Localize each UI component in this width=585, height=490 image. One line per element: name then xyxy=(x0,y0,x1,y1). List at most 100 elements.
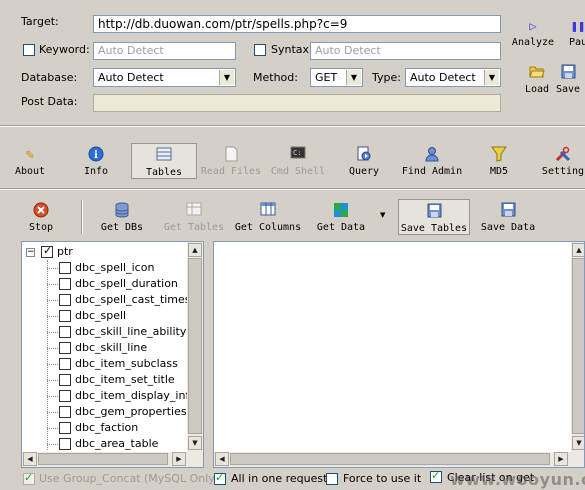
tree-item[interactable]: dbc_spell_cast_times xyxy=(22,292,191,308)
results-vertical-scrollbar[interactable]: ▲ ▼ xyxy=(571,242,584,452)
table-checkbox[interactable] xyxy=(59,342,71,354)
method-select[interactable]: GET ▼ xyxy=(310,68,363,87)
tree-item[interactable]: dbc_faction xyxy=(22,420,182,436)
tables-button[interactable]: Tables xyxy=(131,143,197,179)
tree-item[interactable]: dbc_spell_duration xyxy=(22,276,182,292)
data-grid-icon xyxy=(332,202,350,220)
analyze-button[interactable]: ▷ Analyze xyxy=(510,17,556,48)
table-checkbox[interactable] xyxy=(59,374,71,386)
info-button[interactable]: i Info xyxy=(72,146,120,177)
all-in-one-checkbox[interactable] xyxy=(214,471,226,485)
about-button[interactable]: ✎ About xyxy=(8,146,52,177)
pause-button[interactable]: ❚❚ Pau xyxy=(563,17,585,48)
read-files-label: Read Files xyxy=(200,166,262,177)
load-button[interactable]: Load xyxy=(522,64,552,95)
settings-button[interactable]: Setting xyxy=(538,146,585,177)
floppy-icon xyxy=(559,64,577,82)
user-icon xyxy=(423,146,441,164)
results-horizontal-scrollbar[interactable]: ◀ ▶ xyxy=(214,452,584,467)
svg-text:i: i xyxy=(94,150,98,161)
table-checkbox[interactable] xyxy=(59,326,71,338)
tree-item[interactable]: dbc_item_set_title xyxy=(22,372,182,388)
table-checkbox[interactable] xyxy=(59,358,71,370)
collapse-icon[interactable]: − xyxy=(26,248,35,257)
get-tables-button[interactable]: Get Tables xyxy=(162,202,226,233)
md5-button[interactable]: MD5 xyxy=(484,146,514,177)
force-use-checkbox[interactable] xyxy=(326,473,338,485)
table-checkbox[interactable] xyxy=(59,422,71,434)
keyword-checkbox[interactable] xyxy=(23,44,35,56)
scroll-down-icon[interactable]: ▼ xyxy=(572,436,584,450)
postdata-input[interactable] xyxy=(93,94,501,112)
table-checkbox[interactable] xyxy=(59,406,71,418)
floppy-icon xyxy=(499,202,517,220)
form-separator xyxy=(0,125,585,127)
scroll-right-icon[interactable]: ▶ xyxy=(172,452,186,466)
tree-item[interactable]: dbc_skill_line_ability xyxy=(22,324,186,340)
table-checkbox[interactable] xyxy=(59,310,71,322)
stop-button[interactable]: Stop xyxy=(22,202,60,233)
save-tables-button[interactable]: Save Tables xyxy=(398,199,470,235)
tools-icon xyxy=(554,146,572,164)
tree-root[interactable]: − ✓ ptr xyxy=(22,244,182,260)
scroll-down-icon[interactable]: ▼ xyxy=(188,436,202,450)
scroll-up-icon[interactable]: ▲ xyxy=(572,243,584,257)
get-data-dropdown-icon[interactable]: ▼ xyxy=(380,211,385,219)
tree-horizontal-scrollbar[interactable]: ◀ ▶ xyxy=(22,452,203,467)
scroll-left-icon[interactable]: ◀ xyxy=(215,452,229,466)
scroll-thumb-horizontal[interactable] xyxy=(38,453,168,465)
target-input[interactable]: http://db.duowan.com/ptr/spells.php?c=9 xyxy=(93,15,501,33)
tree-item[interactable]: dbc_item_subclass xyxy=(22,356,182,372)
table-checkbox[interactable] xyxy=(59,294,71,306)
chevron-down-icon[interactable]: ▼ xyxy=(484,70,499,85)
syntax-input[interactable]: Auto Detect xyxy=(310,42,501,60)
scroll-left-icon[interactable]: ◀ xyxy=(23,452,37,466)
scroll-thumb-horizontal[interactable] xyxy=(230,453,550,465)
save-data-button[interactable]: Save Data xyxy=(478,202,538,233)
get-dbs-button[interactable]: Get DBs xyxy=(98,202,146,233)
get-data-button[interactable]: Get Data xyxy=(314,202,368,233)
tree-item-label: dbc_area_table xyxy=(75,437,159,450)
root-checkbox[interactable]: ✓ xyxy=(41,244,53,258)
tree-item[interactable]: dbc_skill_line xyxy=(22,340,182,356)
force-use-label: Force to use it xyxy=(343,472,422,485)
clear-list-checkbox[interactable] xyxy=(430,469,442,483)
tables-label: Tables xyxy=(145,167,183,178)
pause-label: Pau xyxy=(568,37,585,48)
scroll-thumb[interactable] xyxy=(572,258,584,434)
keyword-input[interactable]: Auto Detect xyxy=(93,42,236,60)
read-files-button[interactable]: Read Files xyxy=(199,146,263,177)
chevron-down-icon[interactable]: ▼ xyxy=(346,70,361,85)
scroll-right-icon[interactable]: ▶ xyxy=(554,452,568,466)
find-admin-button[interactable]: Find Admin xyxy=(399,146,465,177)
table-checkbox[interactable] xyxy=(59,390,71,402)
table-checkbox[interactable] xyxy=(59,438,71,450)
tree-item[interactable]: dbc_spell_icon xyxy=(22,260,182,276)
type-select[interactable]: Auto Detect ▼ xyxy=(405,68,501,87)
tree-vertical-scrollbar[interactable]: ▲ ▼ xyxy=(187,242,203,452)
tree-item[interactable]: dbc_spell xyxy=(22,308,182,324)
table-tree-panel[interactable]: − ✓ ptr dbc_spell_icon dbc_spell_duration… xyxy=(21,241,204,468)
tree-item[interactable]: dbc_gem_properties xyxy=(22,404,187,420)
table-checkbox[interactable] xyxy=(59,278,71,290)
database-select[interactable]: Auto Detect ▼ xyxy=(93,68,236,87)
target-label: Target: xyxy=(21,15,59,28)
scroll-up-icon[interactable]: ▲ xyxy=(188,243,202,257)
query-button[interactable]: Query xyxy=(344,146,384,177)
folder-open-icon xyxy=(528,64,546,82)
cmd-shell-button[interactable]: C: Cmd Shell xyxy=(268,146,328,177)
table-checkbox[interactable] xyxy=(59,262,71,274)
stop-icon xyxy=(32,202,50,220)
tree-item[interactable]: dbc_item_display_info xyxy=(22,388,196,404)
results-panel[interactable]: ▲ ▼ ◀ ▶ xyxy=(213,241,585,468)
group-concat-checkbox[interactable] xyxy=(23,471,35,485)
scroll-thumb[interactable] xyxy=(188,258,202,434)
group-concat-label: Use Group_Concat (MySQL Only) xyxy=(39,472,220,485)
syntax-checkbox[interactable] xyxy=(254,44,266,56)
chevron-down-icon[interactable]: ▼ xyxy=(219,70,234,85)
tree-branch-line xyxy=(47,396,58,397)
get-columns-button[interactable]: Get Columns xyxy=(233,202,303,233)
save-button[interactable]: Save xyxy=(554,64,582,95)
info-label: Info xyxy=(83,166,109,177)
tree-item[interactable]: dbc_area_table xyxy=(22,436,182,452)
